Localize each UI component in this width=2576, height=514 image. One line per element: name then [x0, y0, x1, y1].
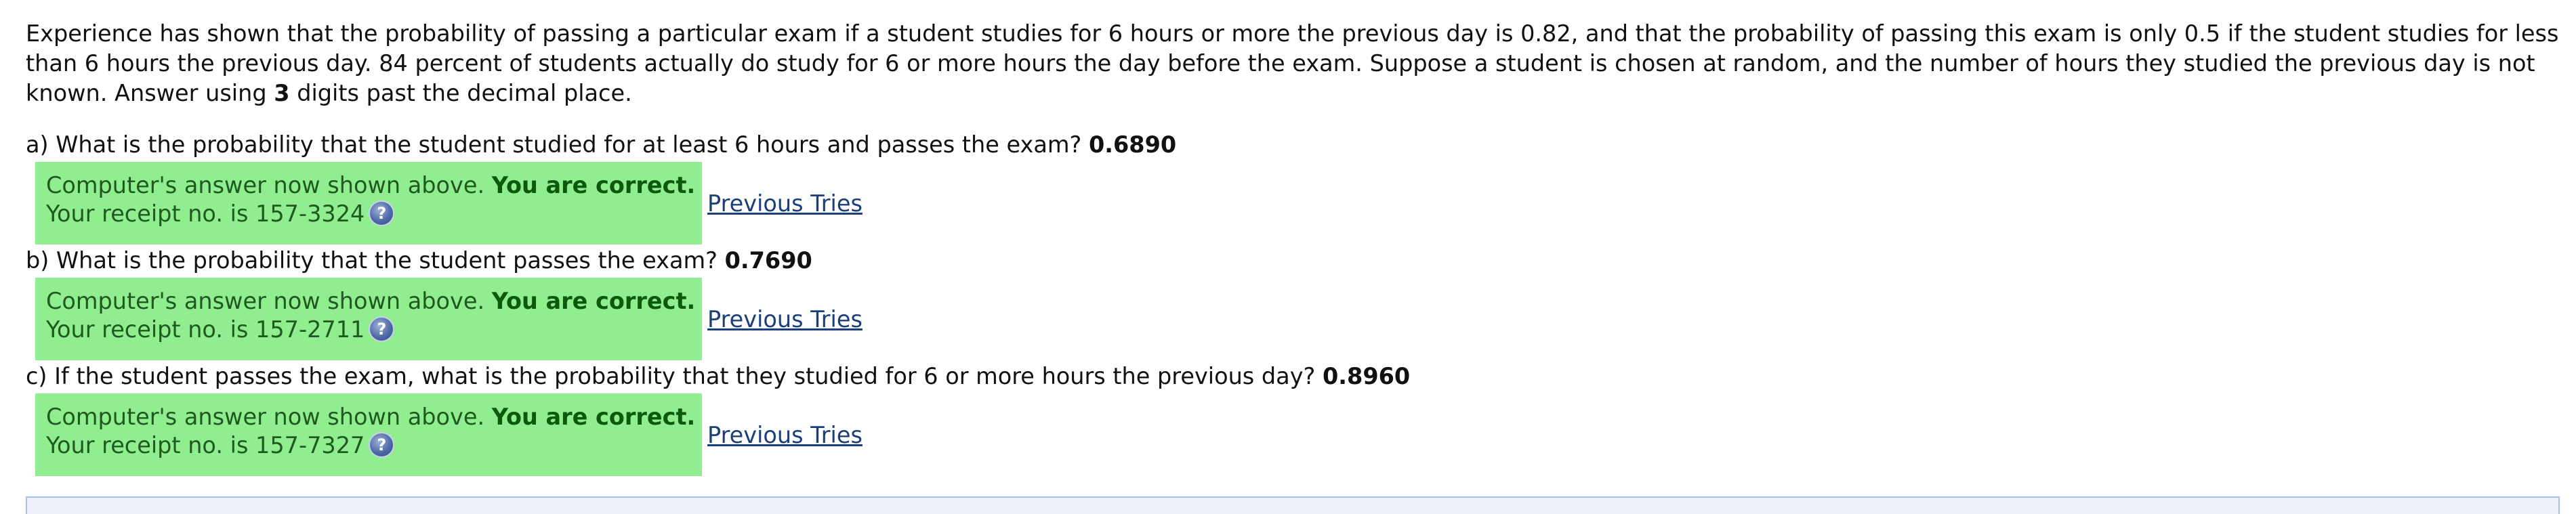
problem-text-end: digits past the decimal place.: [289, 80, 632, 106]
feedback-box-b: Computer's answer now shown above. You a…: [35, 278, 702, 360]
receipt-line-c: Your receipt no. is 157-7327?: [46, 431, 691, 460]
feedback-row-b: Computer's answer now shown above. You a…: [35, 278, 863, 360]
help-icon[interactable]: ?: [369, 316, 395, 342]
question-c: c) If the student passes the exam, what …: [26, 362, 1410, 391]
receipt-number-a: Your receipt no. is 157-3324: [46, 200, 365, 227]
help-icon[interactable]: ?: [369, 431, 395, 458]
question-c-text: c) If the student passes the exam, what …: [26, 363, 1316, 389]
question-a-answer: 0.6890: [1088, 131, 1177, 158]
question-b-answer: 0.7690: [724, 247, 812, 274]
feedback-message-c: Computer's answer now shown above. You a…: [46, 403, 695, 431]
feedback-row-c: Computer's answer now shown above. You a…: [35, 393, 863, 476]
previous-tries-link-a[interactable]: Previous Tries: [707, 190, 863, 217]
correct-label-c: You are correct.: [491, 404, 696, 430]
help-icon[interactable]: ?: [369, 200, 395, 226]
bottom-panel: [26, 496, 2560, 514]
feedback-row-a: Computer's answer now shown above. You a…: [35, 162, 863, 244]
question-b-text: b) What is the probability that the stud…: [26, 247, 718, 274]
question-c-answer: 0.8960: [1322, 363, 1411, 389]
receipt-line-b: Your receipt no. is 157-2711?: [46, 316, 691, 344]
correct-label-b: You are correct.: [491, 288, 696, 314]
feedback-prefix-a: Computer's answer now shown above.: [46, 172, 485, 198]
digits-count: 3: [274, 80, 290, 106]
feedback-box-c: Computer's answer now shown above. You a…: [35, 393, 702, 476]
previous-tries-link-b[interactable]: Previous Tries: [707, 306, 863, 333]
receipt-number-b: Your receipt no. is 157-2711: [46, 316, 365, 343]
question-a: a) What is the probability that the stud…: [26, 130, 1176, 160]
feedback-box-a: Computer's answer now shown above. You a…: [35, 162, 702, 244]
question-b: b) What is the probability that the stud…: [26, 246, 812, 276]
receipt-line-a: Your receipt no. is 157-3324?: [46, 200, 691, 228]
correct-label-a: You are correct.: [491, 172, 696, 198]
receipt-number-c: Your receipt no. is 157-7327: [46, 432, 365, 458]
problem-page: Experience has shown that the probabilit…: [0, 0, 2576, 514]
question-a-text: a) What is the probability that the stud…: [26, 131, 1082, 158]
previous-tries-link-c[interactable]: Previous Tries: [707, 422, 863, 448]
feedback-prefix-b: Computer's answer now shown above.: [46, 288, 485, 314]
feedback-prefix-c: Computer's answer now shown above.: [46, 404, 485, 430]
feedback-message-a: Computer's answer now shown above. You a…: [46, 171, 695, 200]
problem-statement: Experience has shown that the probabilit…: [26, 19, 2560, 108]
feedback-message-b: Computer's answer now shown above. You a…: [46, 287, 695, 316]
